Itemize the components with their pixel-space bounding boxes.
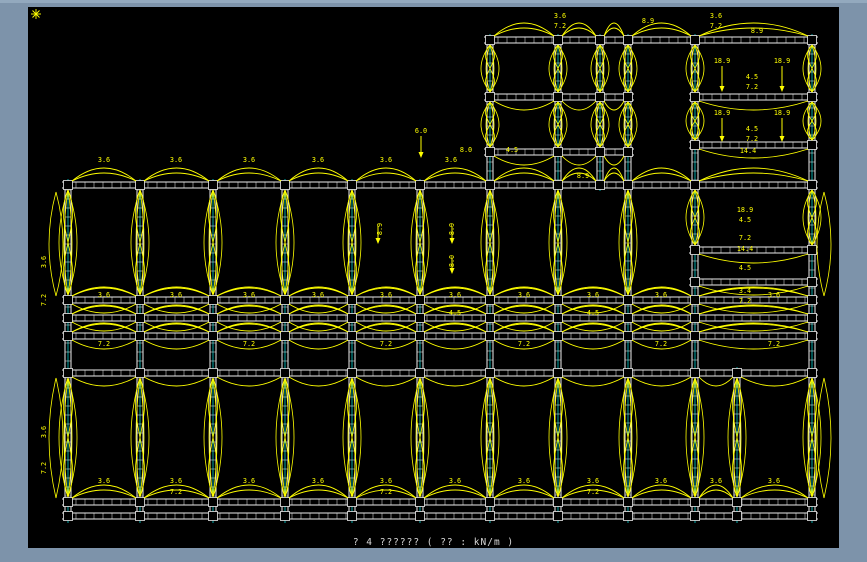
window-frame-edge xyxy=(0,0,867,3)
cad-viewer-window: { "frame": { "bg": "#7d93aa", "canvas_bg… xyxy=(0,0,867,562)
drawing-caption: ? 4 ?????? ( ?? : kN/m ) xyxy=(352,537,515,548)
drawing-canvas[interactable] xyxy=(28,7,839,548)
